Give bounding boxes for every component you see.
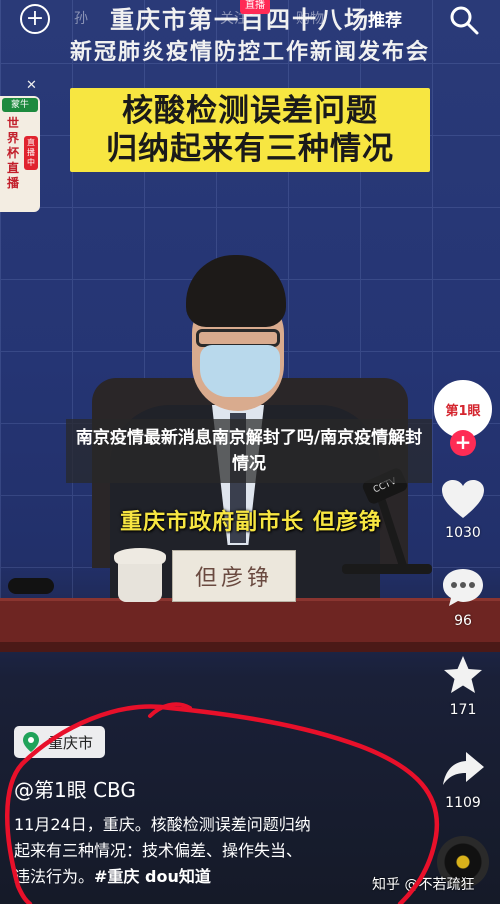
comments-count: 96 [454,613,472,629]
favorites-count: 171 [449,702,477,718]
comment-icon[interactable] [440,566,486,608]
headline-line1: 核酸检测误差问题 [122,93,378,129]
widget-live-badge: 直播中 [24,136,38,170]
author-name[interactable]: @第1眼 CBG [14,774,136,803]
close-icon[interactable]: ✕ [26,79,38,92]
follow-button[interactable]: + [450,430,476,456]
share-icon[interactable] [440,748,486,790]
widget-brand: 蒙牛 [2,98,38,112]
nav-tab-recommend[interactable]: 推荐 [368,6,402,31]
search-icon[interactable] [448,4,480,36]
nameplate: 但彦铮 [172,550,296,602]
location-badge[interactable]: 重庆市 [14,726,106,758]
live-tag[interactable]: 直播 [240,0,270,14]
nav-tab-faint[interactable]: 孙 [74,8,88,28]
location-pin-icon [23,732,39,752]
likes-count: 1030 [445,525,481,541]
nav-tab-shop[interactable]: 购物 [296,8,324,28]
video-description: 11月24日，重庆。核酸检测误差问题归纳 起来有三种情况：技术偏差、操作失当、 … [14,812,414,890]
headline-banner: 核酸检测误差问题 归纳起来有三种情况 [70,88,430,172]
headline-line2: 归纳起来有三种情况 [106,131,394,167]
shares-count: 1109 [445,795,481,811]
desk-edge [0,642,500,652]
world-cup-widget[interactable]: 蒙牛 世界杯直播 直播中 [0,96,40,212]
article-title-overlay: 南京疫情最新消息南京解封了吗/南京疫情解封情况 [66,419,432,483]
star-icon[interactable] [440,654,486,696]
microphone-left [0,570,60,604]
desk [0,598,500,642]
conference-title-line2: 新冠肺炎疫情防控工作新闻发布会 [69,39,430,65]
hashtag-link[interactable]: #重庆 dou知道 [94,867,211,886]
microphone: CCTV [330,466,440,600]
tea-cup [112,548,168,604]
zhihu-watermark: 知乎 @不若疏狂 [372,877,475,893]
location-label: 重庆市 [48,733,94,752]
add-icon[interactable]: + [20,4,50,34]
description-line2: 起来有三种情况：技术偏差、操作失当、 [14,841,303,860]
description-line3: 违法行为。 [14,867,95,886]
widget-title: 世界杯直播 [6,116,19,190]
heart-icon[interactable] [440,478,486,520]
description-line1: 11月24日，重庆。核酸检测误差问题归纳 [14,815,311,834]
